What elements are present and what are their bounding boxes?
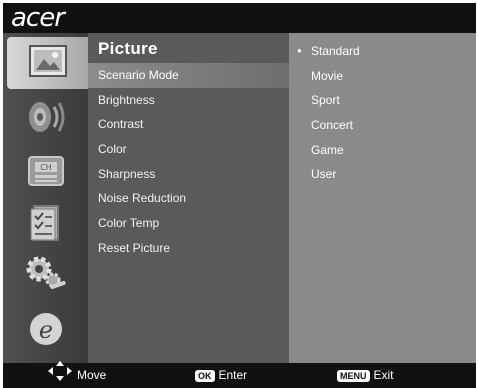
menu-item-sharpness[interactable]: Sharpness (88, 162, 289, 187)
menu-list: Scenario Mode Brightness Contrast Color … (88, 63, 289, 261)
option-label: Concert (311, 118, 354, 133)
option-game[interactable]: Game (289, 138, 476, 163)
menu-item-reset-picture[interactable]: Reset Picture (88, 236, 289, 261)
acer-e-icon: e (26, 309, 66, 354)
option-user[interactable]: User (289, 162, 476, 187)
option-sport[interactable]: Sport (289, 88, 476, 113)
menu-title: Picture (98, 39, 158, 58)
osd-window: acer CH e Picture Scenario Mode Brightne… (3, 3, 476, 388)
menu-item-noise-reduction[interactable]: Noise Reduction (88, 186, 289, 211)
option-label: Game (311, 142, 344, 157)
option-label: Standard (311, 44, 360, 58)
ok-key-badge: OK (195, 369, 215, 382)
menu-item-brightness[interactable]: Brightness (88, 88, 289, 113)
option-movie[interactable]: Movie (289, 64, 476, 89)
menu-item-contrast[interactable]: Contrast (88, 112, 289, 137)
exit-label: Exit (373, 368, 394, 382)
svg-text:CH: CH (40, 163, 52, 172)
category-sidebar: CH e (3, 33, 88, 363)
dpad-arrows-icon (47, 360, 73, 388)
hint-bar: Move OK Enter MENU Exit (3, 360, 476, 388)
menu-item-color[interactable]: Color (88, 137, 289, 162)
menu-item-scenario-mode[interactable]: Scenario Mode (88, 63, 289, 88)
menu-panel: Picture Scenario Mode Brightness Contras… (88, 33, 289, 363)
option-label: Movie (311, 68, 344, 83)
channel-icon: CH (26, 154, 66, 193)
category-acer-empowering[interactable]: e (11, 305, 81, 357)
option-standard[interactable]: ● Standard (289, 39, 476, 64)
enter-hint: OK Enter (195, 363, 247, 388)
move-label: Move (77, 368, 107, 382)
scenario-options-list: ● Standard Movie Sport Concert Game User (289, 39, 476, 187)
svg-text:e: e (39, 316, 53, 344)
exit-hint: MENU Exit (337, 363, 394, 388)
acer-logo: acer (11, 3, 65, 33)
menu-key-badge: MENU (337, 369, 370, 382)
category-setup[interactable] (11, 249, 81, 301)
category-picture[interactable] (7, 37, 88, 89)
move-hint: Move (47, 360, 107, 388)
settings-list-icon (28, 203, 64, 248)
enter-label: Enter (218, 368, 248, 382)
brand-bar: acer (3, 3, 476, 33)
audio-icon (24, 97, 68, 142)
picture-icon (28, 44, 68, 83)
category-audio[interactable] (11, 93, 81, 145)
category-channel[interactable]: CH (11, 147, 81, 199)
option-label: Sport (311, 93, 340, 108)
category-settings-list[interactable] (11, 199, 81, 251)
options-panel: ● Standard Movie Sport Concert Game User (289, 33, 476, 363)
selected-radio-icon: ● (297, 46, 302, 55)
setup-gears-icon (24, 253, 68, 298)
option-label: User (311, 167, 337, 182)
menu-item-color-temp[interactable]: Color Temp (88, 211, 289, 236)
option-concert[interactable]: Concert (289, 113, 476, 138)
